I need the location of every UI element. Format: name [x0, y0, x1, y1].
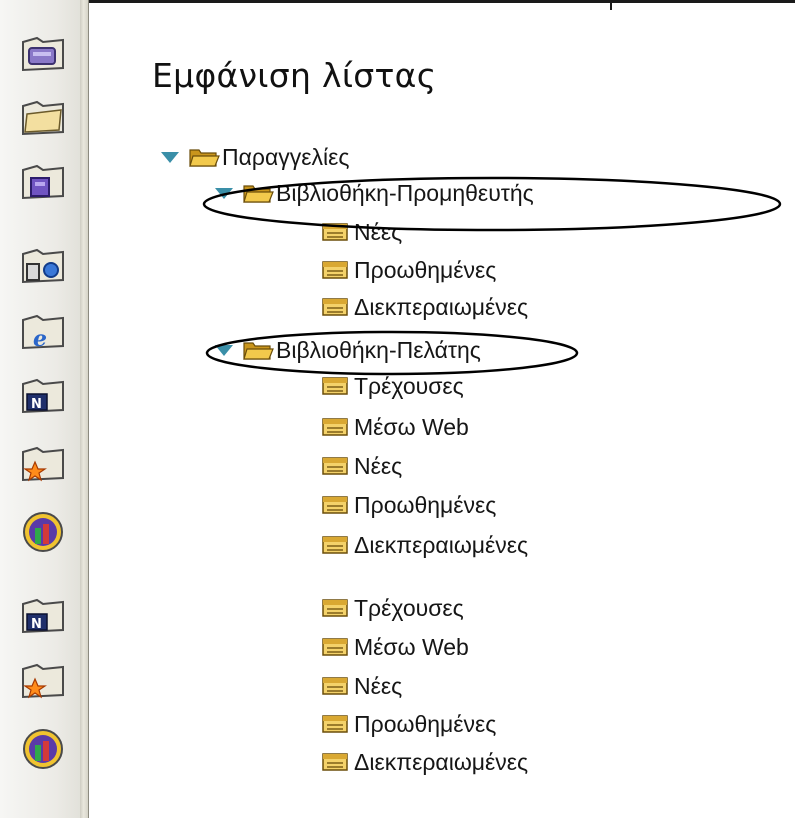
ie-folder-icon[interactable]: e: [17, 306, 69, 354]
server-folder-icon[interactable]: [17, 240, 69, 288]
view-icon: [322, 495, 348, 515]
tree-view-item[interactable]: Προωθημένες: [322, 488, 496, 522]
tree-view-label: Προωθημένες: [354, 710, 497, 737]
tree-node-orders[interactable]: Παραγγελίες: [160, 140, 350, 174]
tree-view-label: Νέες: [354, 452, 403, 479]
people-globe-icon[interactable]: [17, 508, 69, 556]
svg-text:e: e: [33, 326, 47, 352]
tree-view-label: Διεκπεραιωμένες: [354, 748, 529, 775]
view-icon: [322, 714, 348, 734]
tree-view-item[interactable]: Μέσω Web: [322, 630, 469, 664]
people-globe-icon[interactable]: [17, 725, 69, 773]
top-border-tick: [610, 0, 612, 10]
tree-view-label: Διεκπεραιωμένες: [354, 293, 529, 320]
tree-view-item[interactable]: Μέσω Web: [322, 410, 469, 444]
tree-view-label: Προωθημένες: [354, 256, 497, 283]
tree-view-item[interactable]: Διεκπεραιωμένες: [322, 290, 528, 324]
view-icon: [322, 535, 348, 555]
tree-view-item[interactable]: Διεκπεραιωμένες: [322, 528, 528, 562]
tree-node-customer-library[interactable]: Βιβλιοθήκη-Πελάτης: [214, 333, 481, 367]
tree-view-item[interactable]: Προωθημένες: [322, 707, 496, 741]
notes-folder-icon[interactable]: N: [17, 590, 69, 638]
svg-text:N: N: [31, 397, 42, 412]
tree-node-label: Παραγγελίες: [222, 143, 350, 170]
view-icon: [322, 752, 348, 772]
view-icon: [322, 676, 348, 696]
tree-view-label: Διεκπεραιωμένες: [354, 531, 529, 558]
tree-view-label: Νέες: [354, 672, 403, 699]
view-icon: [322, 297, 348, 317]
folder-icon[interactable]: [17, 92, 69, 140]
view-icon: [322, 637, 348, 657]
database-folder-icon[interactable]: [17, 28, 69, 76]
star-folder-icon[interactable]: [17, 655, 69, 703]
open-folder-icon: [188, 145, 220, 169]
svg-text:N: N: [31, 617, 42, 632]
star-folder-icon[interactable]: [17, 438, 69, 486]
tree-view-label: Νέες: [354, 218, 403, 245]
view-icon: [322, 376, 348, 396]
tree-view-label: Τρέχουσες: [354, 372, 464, 399]
tree-view-label: Τρέχουσες: [354, 594, 464, 621]
view-icon: [322, 222, 348, 242]
tree-view-item[interactable]: Προωθημένες: [322, 253, 496, 287]
expand-twisty-icon[interactable]: [160, 150, 180, 164]
tree-node-label: Βιβλιοθήκη-Πελάτης: [276, 336, 481, 363]
view-icon: [322, 260, 348, 280]
tree-view-item[interactable]: Τρέχουσες: [322, 591, 464, 625]
tree-view-item[interactable]: Τρέχουσες: [322, 369, 464, 403]
expand-twisty-icon[interactable]: [214, 343, 234, 357]
tree-view-item[interactable]: Νέες: [322, 215, 402, 249]
notes-folder-icon[interactable]: N: [17, 370, 69, 418]
page-title: Εμφάνιση λίστας: [152, 56, 437, 95]
purple-box-folder-icon[interactable]: [17, 156, 69, 204]
top-border: [88, 0, 795, 3]
tree-view-label: Προωθημένες: [354, 491, 497, 518]
view-icon: [322, 456, 348, 476]
open-folder-icon: [242, 181, 274, 205]
toolbar-divider: [80, 0, 89, 818]
tree-view-item[interactable]: Διεκπεραιωμένες: [322, 745, 528, 779]
tree-view-item[interactable]: Νέες: [322, 449, 402, 483]
view-icon: [322, 417, 348, 437]
tree-view-item[interactable]: Νέες: [322, 669, 402, 703]
open-folder-icon: [242, 338, 274, 362]
tree-node-supplier-library[interactable]: Βιβλιοθήκη-Προμηθευτής: [214, 176, 534, 210]
expand-twisty-icon[interactable]: [214, 186, 234, 200]
tree-view-label: Μέσω Web: [354, 633, 469, 660]
tree-node-label: Βιβλιοθήκη-Προμηθευτής: [276, 179, 534, 206]
tree-view-label: Μέσω Web: [354, 413, 469, 440]
view-icon: [322, 598, 348, 618]
